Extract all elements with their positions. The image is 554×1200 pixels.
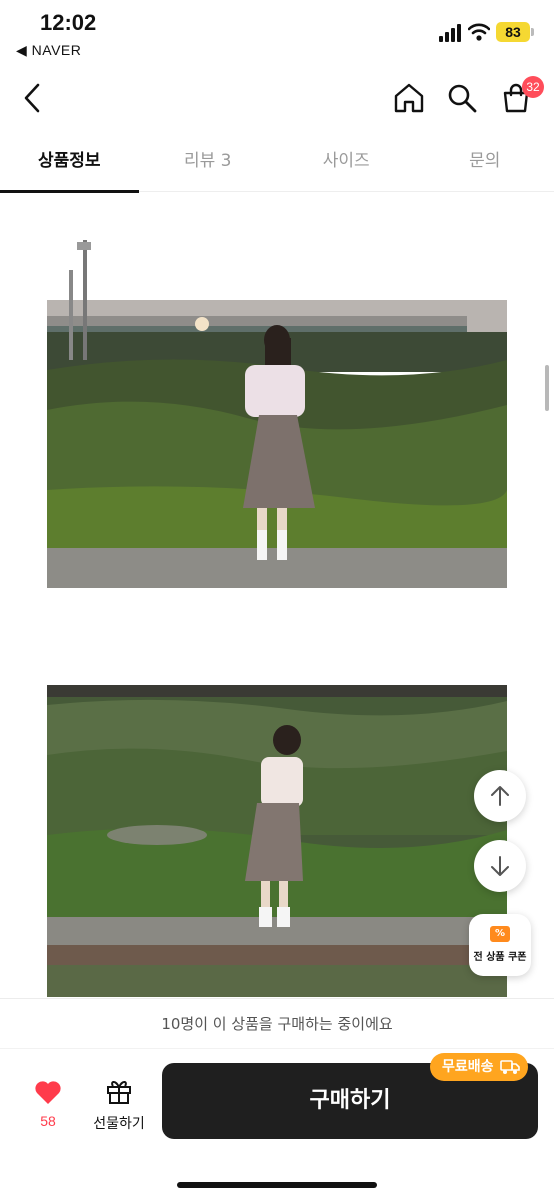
bottom-action-bar: 58 선물하기 구매하기 무료배송 <box>0 1048 554 1200</box>
back-button[interactable] <box>12 78 52 118</box>
product-photo <box>47 240 507 588</box>
tab-reviews[interactable]: 리뷰 3 <box>139 130 278 192</box>
heart-icon <box>35 1081 61 1104</box>
home-button[interactable] <box>389 78 429 118</box>
chevron-left-icon <box>24 83 40 113</box>
back-to-app-link[interactable]: ◀ NAVER <box>16 42 81 59</box>
tab-product-info[interactable]: 상품정보 <box>0 130 139 193</box>
battery-indicator: 83 <box>496 22 530 42</box>
gift-label: 선물하기 <box>93 1116 145 1132</box>
free-shipping-label: 무료배송 <box>442 1059 494 1075</box>
search-icon <box>448 84 477 113</box>
tab-inquiry[interactable]: 문의 <box>416 130 554 192</box>
search-button[interactable] <box>442 78 482 118</box>
product-tabs: 상품정보 리뷰 3 사이즈 문의 <box>0 130 554 193</box>
arrow-up-icon <box>491 786 509 806</box>
cellular-signal-icon <box>439 24 461 42</box>
like-button[interactable]: 58 <box>22 1079 74 1129</box>
status-time: 12:02 <box>40 10 97 35</box>
delivery-truck-icon <box>499 1060 520 1074</box>
home-indicator <box>177 1182 377 1188</box>
product-photo <box>47 685 507 997</box>
coupon-label: 전 상품 쿠폰 <box>473 952 527 963</box>
cart-count-badge: 32 <box>522 76 544 98</box>
battery-tip <box>531 28 534 36</box>
coupon-icon: % <box>490 926 510 942</box>
tab-size[interactable]: 사이즈 <box>277 130 416 192</box>
arrow-down-icon <box>491 856 509 876</box>
scroll-up-button[interactable] <box>474 770 526 822</box>
page-scrollbar[interactable] <box>545 365 549 411</box>
top-navigation <box>0 70 554 126</box>
scroll-down-button[interactable] <box>474 840 526 892</box>
all-products-coupon-button[interactable]: % 전 상품 쿠폰 <box>469 914 531 976</box>
like-count: 58 <box>40 1113 56 1129</box>
gift-icon <box>107 1081 131 1104</box>
gift-button[interactable]: 선물하기 <box>84 1077 154 1133</box>
status-bar: 12:02 ◀ NAVER 83 <box>0 0 554 70</box>
wifi-icon <box>468 23 490 41</box>
home-icon <box>394 83 424 113</box>
free-shipping-badge: 무료배송 <box>430 1053 528 1081</box>
purchase-activity-notice: 10명이 이 상품을 구매하는 중이에요 <box>0 998 554 1048</box>
